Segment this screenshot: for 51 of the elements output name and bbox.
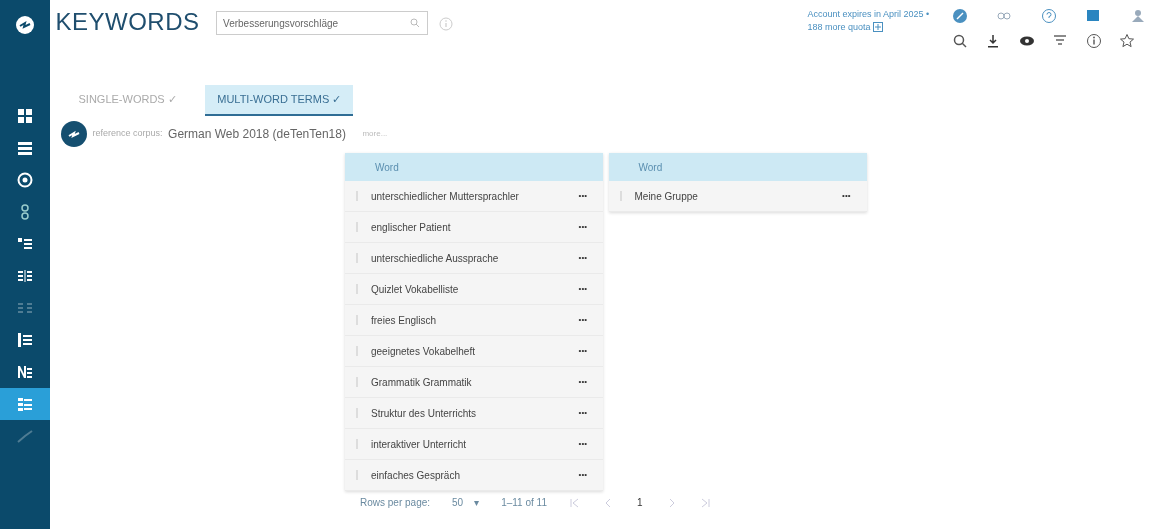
star-icon[interactable] xyxy=(1119,33,1136,49)
more-button[interactable]: ••• xyxy=(574,190,591,202)
word-cell-text: interaktiver Unterricht xyxy=(370,437,468,452)
word-cell-text: Quizlet Vokabelliste xyxy=(370,282,460,297)
page-range: 1–11 of 11 xyxy=(501,496,547,510)
trend-icon[interactable] xyxy=(17,428,33,444)
corpus-label: reference corpus: xyxy=(92,127,163,141)
corpus-icon xyxy=(61,121,87,147)
edit-icon[interactable] xyxy=(951,7,968,24)
word-cell-text: Meine Gruppe xyxy=(633,189,699,204)
corpus-name: German Web 2018 (deTenTen18) xyxy=(168,126,346,143)
word-cell-text: unterschiedlicher Muttersprachler xyxy=(370,189,520,204)
word-cell-text: einfaches Gespräch xyxy=(370,468,461,483)
word-cell-text: geeignetes Vokabelheft xyxy=(370,344,476,359)
search-field[interactable]: Verbesserungsvorschläge xyxy=(216,11,428,35)
word-cell-text: unterschiedliche Aussprache xyxy=(370,251,500,266)
more-button[interactable]: ••• xyxy=(838,190,855,202)
compare-icon[interactable] xyxy=(17,268,33,284)
more-button[interactable]: ••• xyxy=(574,283,591,295)
quota-link[interactable]: 188 more quota xyxy=(807,20,871,34)
word-cell-text: Struktur des Unterrichts xyxy=(370,406,478,421)
page-title: KEYWORDS xyxy=(55,6,200,37)
feedback-icon[interactable] xyxy=(1085,7,1102,24)
more-button[interactable]: ••• xyxy=(574,345,591,357)
rows-per-page-label: Rows per page: xyxy=(360,496,431,510)
word-cell-text: Grammatik Grammatik xyxy=(370,375,473,390)
list-icon[interactable] xyxy=(17,140,33,156)
more-button[interactable]: ••• xyxy=(574,376,591,388)
help-icon[interactable] xyxy=(1040,7,1057,24)
ngram-icon[interactable] xyxy=(17,364,33,380)
page-number[interactable]: 1 xyxy=(636,495,643,510)
list-icon[interactable] xyxy=(17,332,33,348)
more-button[interactable]: ••• xyxy=(574,252,591,264)
info-icon[interactable] xyxy=(1085,33,1102,49)
more-button[interactable]: ••• xyxy=(574,407,591,419)
more-button[interactable]: ••• xyxy=(574,469,591,481)
word-cell-text: freies Englisch xyxy=(370,313,438,328)
word-cell-text: englischer Patient xyxy=(370,220,452,235)
target-icon[interactable] xyxy=(17,172,33,188)
search-icon xyxy=(410,18,420,28)
tab[interactable]: MULTI-WORD TERMS ✓ xyxy=(205,85,354,116)
account-expiry-text: Account expires in April 2025 • xyxy=(807,8,930,21)
bullet-list-icon[interactable] xyxy=(17,236,33,252)
logo-icon[interactable] xyxy=(15,15,35,35)
more-button[interactable]: ••• xyxy=(574,221,591,233)
more-button[interactable]: ••• xyxy=(574,438,591,450)
more-button[interactable]: ••• xyxy=(574,314,591,326)
dashboard-icon[interactable] xyxy=(17,108,33,124)
search-icon[interactable] xyxy=(951,33,968,49)
page-size-select[interactable]: 50 ▾ xyxy=(452,495,480,510)
add-icon[interactable] xyxy=(873,22,884,33)
